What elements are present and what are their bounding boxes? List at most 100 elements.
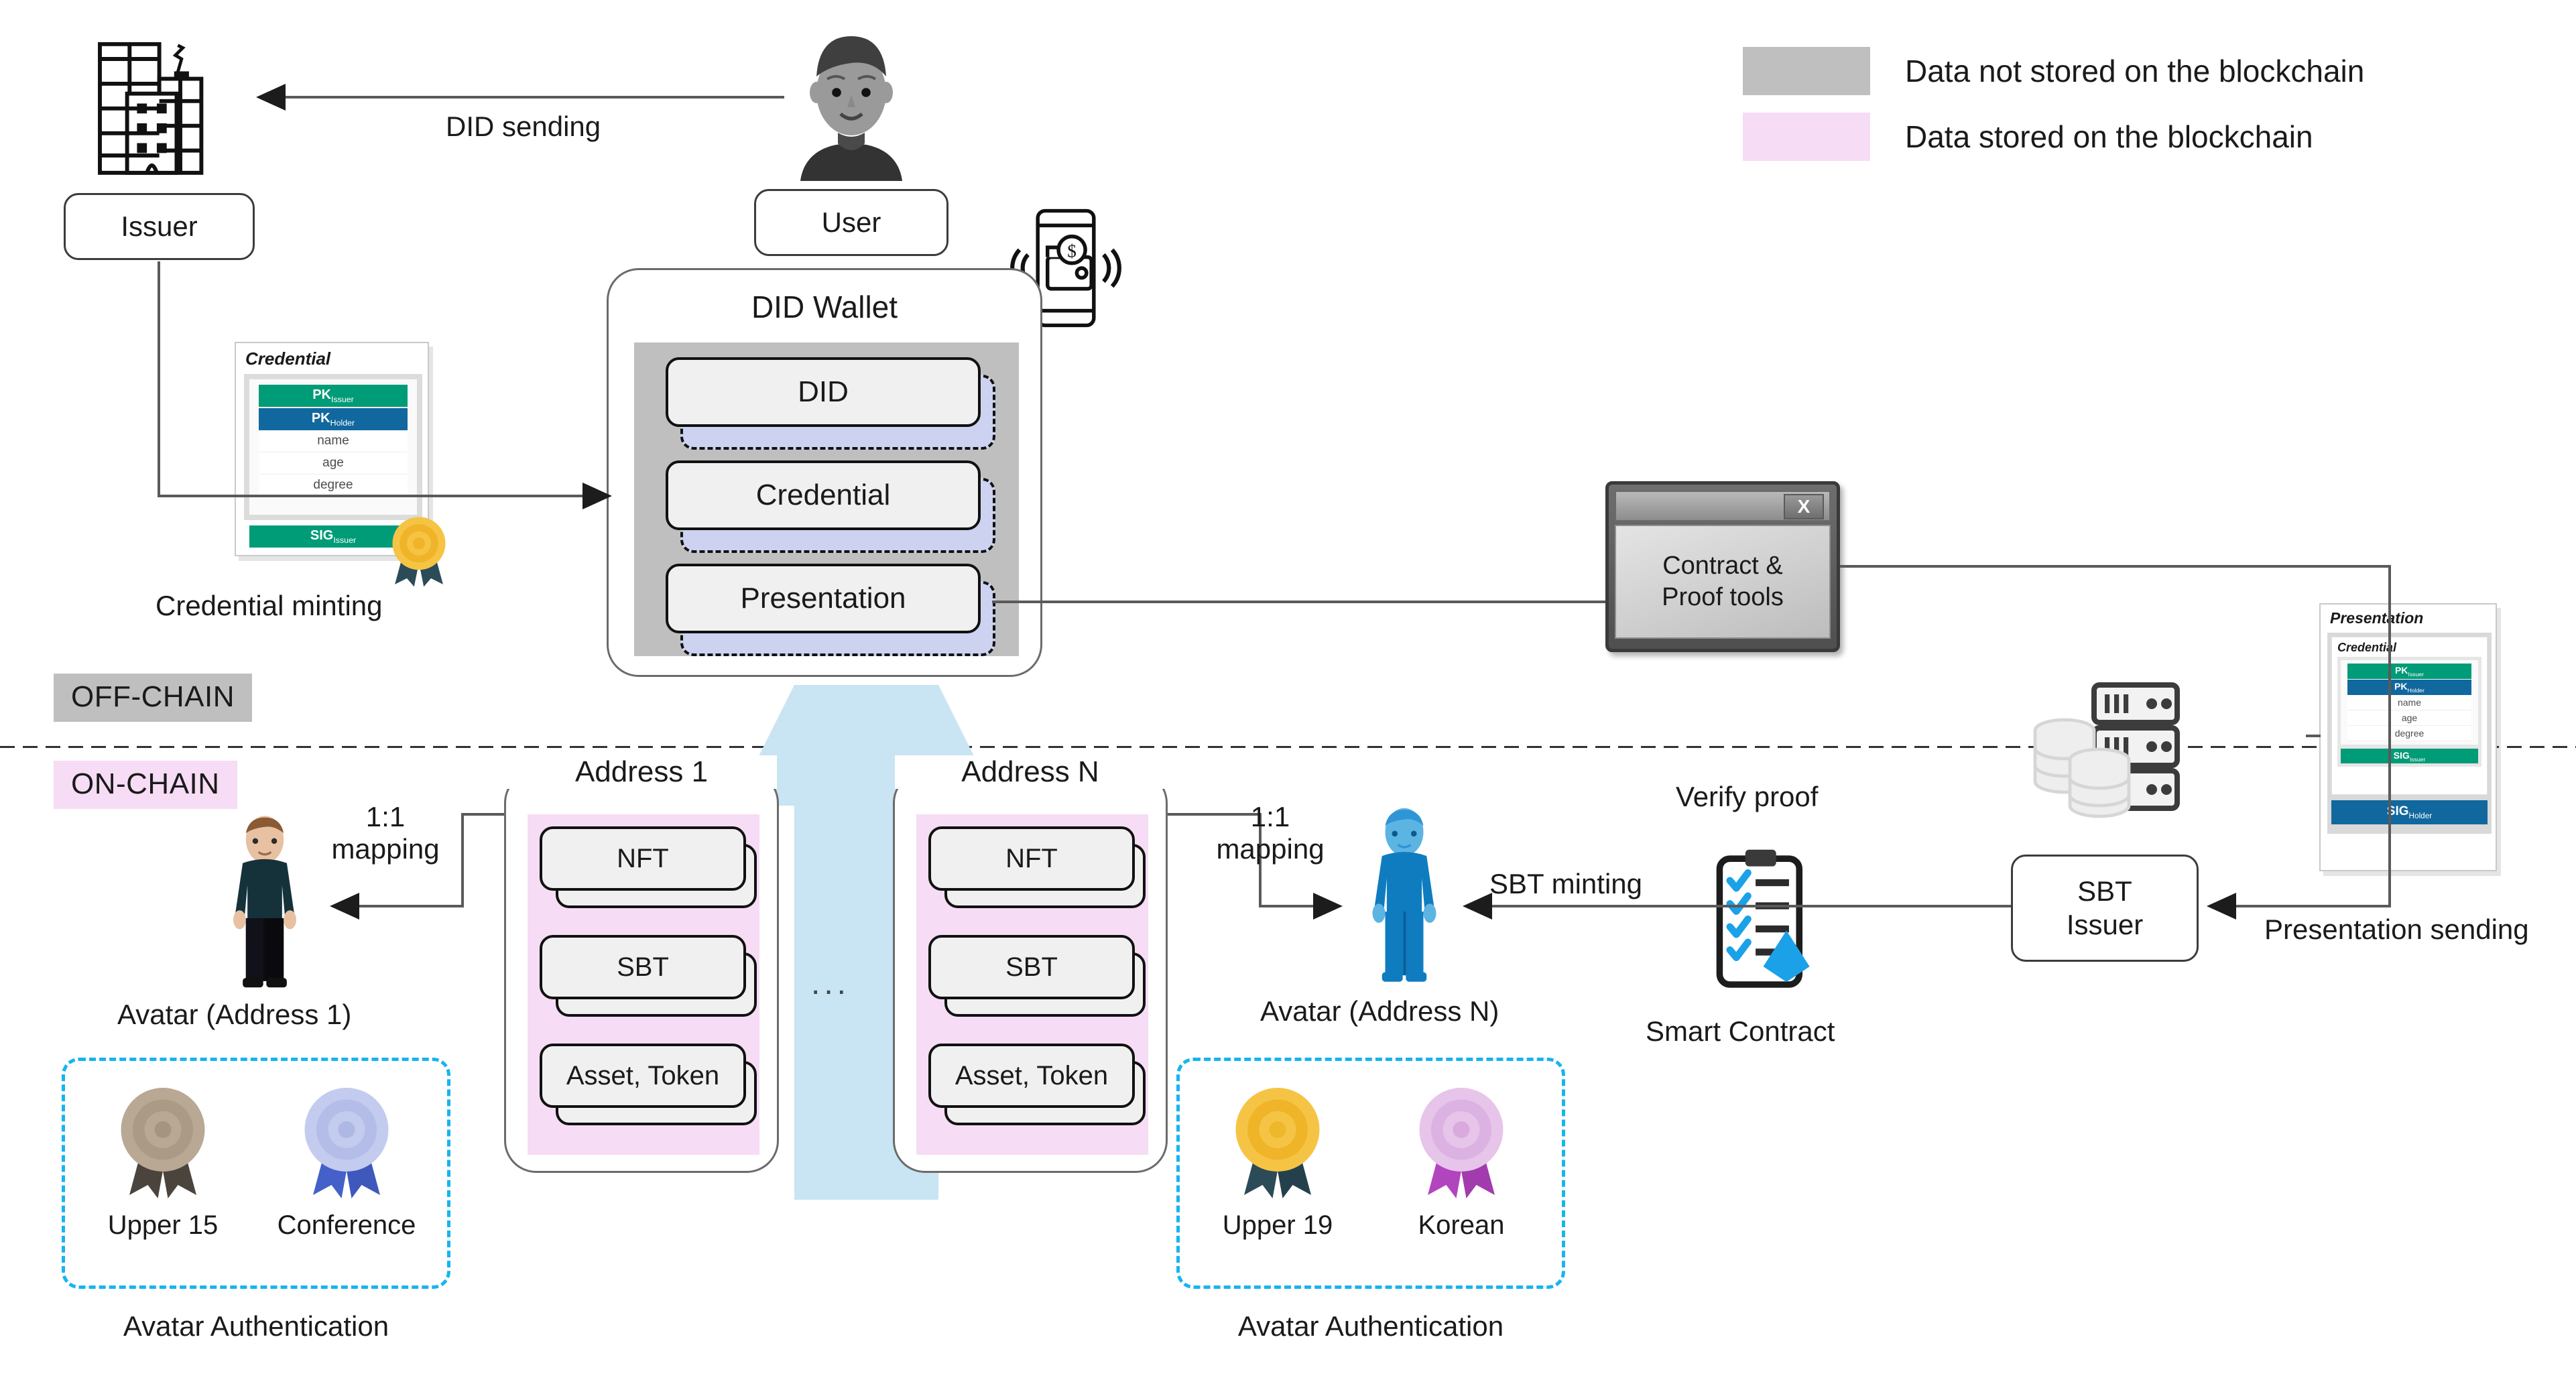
address-1-inner-panel: NFT SBT Asset, Token xyxy=(528,814,759,1155)
sbt-issuer-line2: Issuer xyxy=(2066,909,2144,940)
issuer-node[interactable]: Issuer xyxy=(64,193,255,260)
address-n-title: Address N xyxy=(895,755,1166,789)
issuer-label: Issuer xyxy=(121,210,198,242)
credential-row-name: name xyxy=(259,430,408,452)
off-chain-tag: OFF-CHAIN xyxy=(54,674,253,722)
rosette-ribbon-icon xyxy=(1235,1088,1320,1198)
server-database-icon xyxy=(2024,677,2185,831)
address-1-container: Address 1 NFT SBT Asset, Token xyxy=(504,755,779,1173)
edge-label-mapping-n: 1:1 mapping xyxy=(1190,801,1351,866)
avatar-figure-blue-icon xyxy=(1341,804,1468,992)
avatar-n-caption: Avatar (Address N) xyxy=(1260,995,1499,1027)
mapping-n-line1: 1:1 xyxy=(1250,801,1290,832)
address-1-title: Address 1 xyxy=(506,755,777,789)
presentation-bar-sig-issuer: SIGIssuer xyxy=(2341,748,2478,764)
badge-upper-15[interactable]: Upper 15 xyxy=(89,1081,237,1241)
presentation-sending-caption: Presentation sending xyxy=(2264,914,2529,945)
on-chain-label: ON-CHAIN xyxy=(54,761,237,809)
presentation-card: Presentation Credential PKIssuer PKHolde… xyxy=(2319,603,2497,871)
rosette-ribbon-icon xyxy=(304,1088,389,1198)
legend-label-on-chain: Data stored on the blockchain xyxy=(1905,119,2313,154)
avatar-authentication-caption-1: Avatar Authentication xyxy=(123,1310,389,1342)
edge-label-mapping-1: 1:1 mapping xyxy=(302,801,469,866)
badge-korean[interactable]: Korean xyxy=(1388,1081,1535,1241)
legend-swatch-pink xyxy=(1743,113,1870,161)
rosette-ribbon-icon xyxy=(1419,1088,1504,1198)
on-chain-tag: ON-CHAIN xyxy=(54,761,237,809)
sbt-issuer-node[interactable]: SBT Issuer xyxy=(2011,855,2199,962)
legend-label-off-chain: Data not stored on the blockchain xyxy=(1905,54,2365,88)
credential-bar-pk-holder: PKHolder xyxy=(259,408,408,430)
presentation-row-name: name xyxy=(2347,694,2471,710)
edge-label-sbt-minting: SBT minting xyxy=(1489,868,1642,899)
address-1-slot-asset-token[interactable]: Asset, Token xyxy=(540,1044,757,1125)
user-avatar-icon xyxy=(784,15,918,182)
close-icon[interactable]: X xyxy=(1784,494,1824,519)
chain-divider xyxy=(0,746,2576,748)
credential-bar-pk-issuer: PKIssuer xyxy=(259,385,408,407)
address-1-slot-nft[interactable]: NFT xyxy=(540,826,757,908)
presentation-bar-pk-issuer: PKIssuer xyxy=(2347,664,2471,679)
address-1-slot-sbt[interactable]: SBT xyxy=(540,935,757,1017)
badge-upper-19-label: Upper 19 xyxy=(1222,1210,1333,1240)
did-wallet-container: DID Wallet DID Credential Presentation xyxy=(607,268,1042,677)
contract-proof-tools-window[interactable]: X Contract & Proof tools xyxy=(1605,481,1840,652)
wallet-slot-credential[interactable]: Credential xyxy=(666,460,995,553)
address-1-slot-asset-token-label: Asset, Token xyxy=(540,1044,746,1108)
rosette-ribbon-icon xyxy=(121,1088,205,1198)
badge-conference[interactable]: Conference xyxy=(273,1081,420,1241)
presentation-card-title: Presentation xyxy=(2330,609,2424,627)
credential-card: Credential PKIssuer PKHolder name age de… xyxy=(235,342,446,587)
presentation-row-degree: degree xyxy=(2347,725,2471,741)
address-n-slot-nft[interactable]: NFT xyxy=(928,826,1146,908)
wallet-slot-did-label: DID xyxy=(666,357,981,427)
wallet-slot-did[interactable]: DID xyxy=(666,357,995,450)
mapping-n-line2: mapping xyxy=(1216,833,1325,865)
window-titlebar: X xyxy=(1615,491,1831,521)
address-n-slot-sbt[interactable]: SBT xyxy=(928,935,1146,1017)
address-n-container: Address N NFT SBT Asset, Token xyxy=(893,755,1168,1173)
address-n-inner-panel: NFT SBT Asset, Token xyxy=(916,814,1148,1155)
off-chain-label: OFF-CHAIN xyxy=(54,674,253,722)
badge-upper-19[interactable]: Upper 19 xyxy=(1204,1081,1351,1241)
mapping-1-line2: mapping xyxy=(331,833,440,865)
badge-upper-15-label: Upper 15 xyxy=(107,1210,219,1240)
address-n-slot-sbt-label: SBT xyxy=(928,935,1135,999)
contract-tools-line1: Contract & xyxy=(1662,551,1783,580)
credential-minting-caption: Credential minting xyxy=(156,590,383,621)
address-1-slot-nft-label: NFT xyxy=(540,826,746,891)
address-n-slot-nft-label: NFT xyxy=(928,826,1135,891)
credential-row-age: age xyxy=(259,452,408,475)
user-label: User xyxy=(821,206,881,238)
office-building-icon xyxy=(87,27,241,188)
avatar-authentication-group-1: Upper 15 Conference xyxy=(62,1058,450,1289)
badge-korean-label: Korean xyxy=(1418,1210,1505,1240)
presentation-row-age: age xyxy=(2347,710,2471,726)
avatar-authentication-group-2: Upper 19 Korean xyxy=(1176,1058,1565,1289)
credential-card-title: Credential xyxy=(245,349,331,369)
clipboard-checklist-ethereum-icon xyxy=(1706,846,1823,1000)
edge-label-did-sending: DID sending xyxy=(446,111,601,142)
legend-swatch-gray xyxy=(1743,47,1870,95)
did-wallet-title: DID Wallet xyxy=(751,290,898,324)
presentation-bar-sig-holder: SIGHolder xyxy=(2331,800,2488,824)
credential-row-degree: degree xyxy=(259,475,408,497)
avatar-1-caption: Avatar (Address 1) xyxy=(117,999,352,1030)
gold-seal-ribbon-icon xyxy=(382,512,456,589)
sbt-issuer-line1: SBT xyxy=(2077,875,2132,907)
mapping-1-line1: 1:1 xyxy=(365,801,406,832)
contract-tools-line2: Proof tools xyxy=(1662,583,1784,611)
user-node[interactable]: User xyxy=(754,189,948,256)
legend: Data not stored on the blockchain Data s… xyxy=(1743,47,2364,178)
smart-contract-caption: Smart Contract xyxy=(1646,1015,1835,1047)
legend-item-on-chain: Data stored on the blockchain xyxy=(1743,113,2364,161)
wallet-slot-credential-label: Credential xyxy=(666,460,981,530)
contract-proof-tools-body: Contract & Proof tools xyxy=(1615,525,1831,639)
address-1-slot-sbt-label: SBT xyxy=(540,935,746,999)
wallet-slot-presentation-label: Presentation xyxy=(666,564,981,633)
presentation-bar-pk-holder: PKHolder xyxy=(2347,679,2471,695)
address-n-slot-asset-token[interactable]: Asset, Token xyxy=(928,1044,1146,1125)
wallet-slot-presentation[interactable]: Presentation xyxy=(666,564,995,656)
addresses-ellipsis: ... xyxy=(811,966,851,1001)
svg-text:$: $ xyxy=(1067,241,1077,261)
